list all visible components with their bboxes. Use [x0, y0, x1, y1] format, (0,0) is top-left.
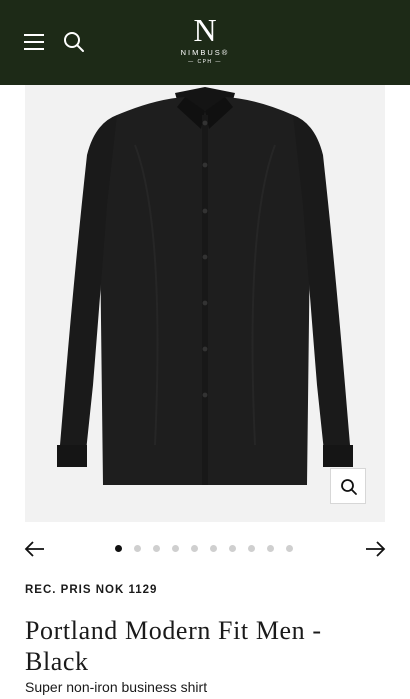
- carousel-dot[interactable]: [210, 545, 217, 552]
- product-image[interactable]: [25, 85, 385, 522]
- carousel-dot[interactable]: [153, 545, 160, 552]
- logo-mark: N: [193, 12, 217, 48]
- logo-subtext: — CPH —: [188, 59, 222, 65]
- search-icon[interactable]: [62, 30, 86, 54]
- site-header: N NIMBUS® — CPH —: [0, 0, 410, 85]
- product-subtitle: Super non-iron business shirt: [25, 679, 208, 695]
- carousel-dot[interactable]: [115, 545, 122, 552]
- carousel-dot[interactable]: [191, 545, 198, 552]
- arrow-left-icon[interactable]: [24, 538, 46, 560]
- carousel-dot[interactable]: [286, 545, 293, 552]
- carousel-dot[interactable]: [267, 545, 274, 552]
- carousel-dots: [115, 545, 305, 553]
- carousel-dot[interactable]: [172, 545, 179, 552]
- arrow-right-icon[interactable]: [364, 538, 386, 560]
- carousel-dot[interactable]: [134, 545, 141, 552]
- logo-wordmark: NIMBUS®: [180, 48, 230, 57]
- shirt-illustration: [57, 87, 353, 485]
- hamburger-menu-icon[interactable]: [24, 33, 46, 51]
- product-title: Portland Modern Fit Men - Black: [25, 616, 322, 676]
- zoom-icon: [341, 479, 357, 495]
- zoom-button[interactable]: [330, 468, 366, 504]
- carousel-dot[interactable]: [229, 545, 236, 552]
- recommended-price: REC. PRIS NOK 1129: [25, 584, 158, 596]
- carousel-dot[interactable]: [248, 545, 255, 552]
- brand-logo[interactable]: N NIMBUS® — CPH —: [165, 14, 245, 70]
